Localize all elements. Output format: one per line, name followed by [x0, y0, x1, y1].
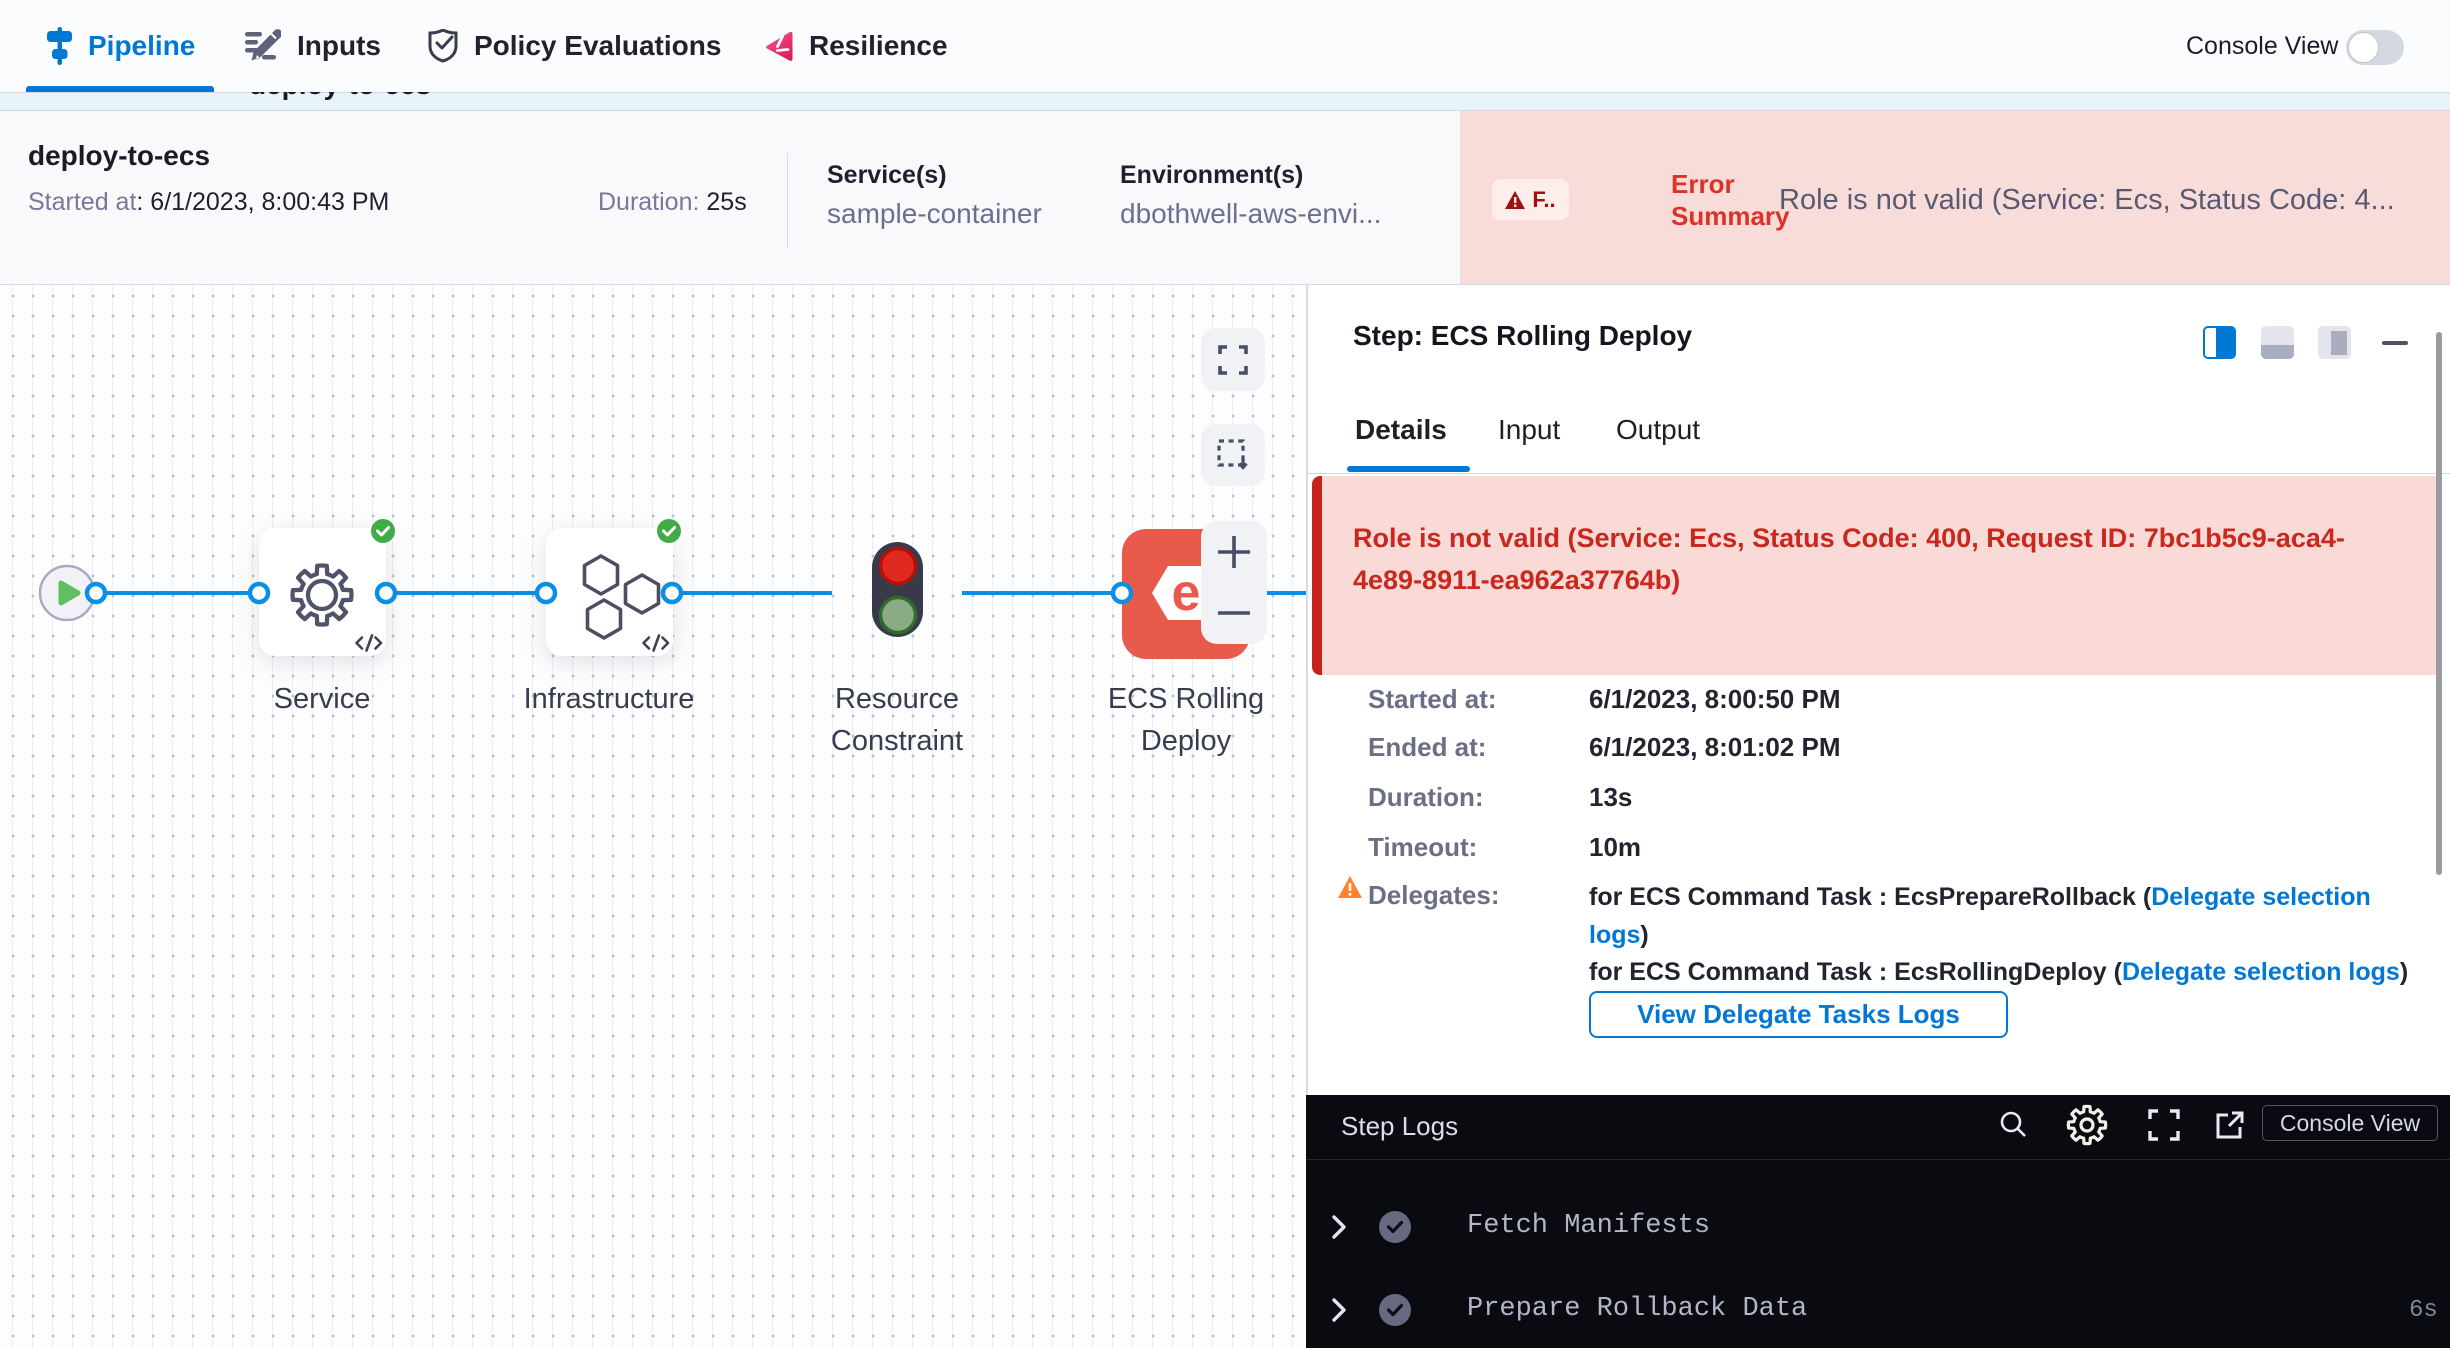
svg-text:e: e	[1172, 564, 1201, 622]
